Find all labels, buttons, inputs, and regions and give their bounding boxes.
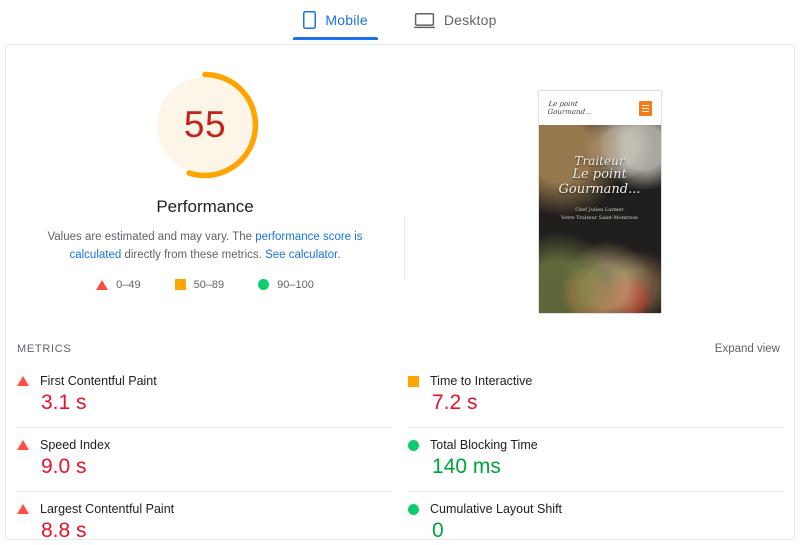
tab-mobile-label: Mobile xyxy=(325,12,368,28)
metric-value: 0 xyxy=(432,519,444,540)
tab-desktop-label: Desktop xyxy=(443,12,497,28)
hero-sub-line2: Votre Traiteur Saint-Montrose xyxy=(561,214,638,221)
metric-name: Total Blocking Time xyxy=(430,438,538,453)
thumbnail-logo-line1: Le point xyxy=(547,99,578,108)
green-circle-icon xyxy=(258,279,270,291)
hamburger-menu-icon xyxy=(638,100,652,116)
score-legend: 0–49 50–89 90–100 xyxy=(96,279,314,291)
metric-largest-contentful-paint[interactable]: Largest Contentful Paint 8.8 s xyxy=(17,492,392,540)
hero-title-line2: Le point xyxy=(572,167,627,183)
tab-desktop[interactable]: Desktop xyxy=(408,0,503,40)
red-triangle-icon xyxy=(17,376,29,386)
legend-range-poor: 0–49 xyxy=(116,278,141,291)
metric-value: 3.1 s xyxy=(41,391,87,414)
green-circle-icon xyxy=(408,503,419,515)
legend-range-average: 50–89 xyxy=(193,278,225,291)
thumbnail-hero-subtitle: Chef Julien Larmer Votre Traiteur Saint-… xyxy=(539,207,661,222)
metric-value: 9.0 s xyxy=(41,455,87,479)
red-triangle-icon xyxy=(17,504,29,515)
metric-time-to-interactive[interactable]: Time to Interactive 7.2 s xyxy=(408,364,783,429)
metric-name: Cumulative Layout Shift xyxy=(430,502,563,517)
red-triangle-icon xyxy=(17,440,29,451)
metric-total-blocking-time[interactable]: Total Blocking Time 140 ms xyxy=(408,428,783,493)
thumbnail-site-header: Le point Gourmand... xyxy=(538,91,661,125)
metric-name: Speed Index xyxy=(40,438,111,453)
metric-name: Time to Interactive xyxy=(430,374,533,388)
metrics-section-title: METRICS xyxy=(17,343,72,355)
mobile-phone-icon xyxy=(303,11,317,29)
see-calculator-link[interactable]: See calculator. xyxy=(265,249,340,261)
red-triangle-icon xyxy=(96,279,109,290)
metric-speed-index[interactable]: Speed Index 9.0 s xyxy=(17,428,392,493)
legend-item-good: 90–100 xyxy=(258,279,314,291)
legend-item-average: 50–89 xyxy=(174,278,225,291)
report-card: 55 Performance Values are estimated and … xyxy=(5,44,795,540)
disclaimer-text-2: directly from these metrics. xyxy=(121,248,266,261)
thumbnail-site-logo: Le point Gourmand... xyxy=(547,100,593,116)
score-disclaimer: Values are estimated and may vary. The p… xyxy=(35,229,375,265)
metric-name: Largest Contentful Paint xyxy=(40,502,175,517)
legend-item-poor: 0–49 xyxy=(96,278,141,291)
platform-tabbar: Mobile Desktop xyxy=(0,0,800,40)
screenshot-column: Le point Gourmand... Traiteur Le point G… xyxy=(405,45,794,334)
thumbnail-logo-line2: Gourmand... xyxy=(546,108,592,116)
expand-view-button[interactable]: Expand view xyxy=(715,343,780,355)
metrics-header: METRICS Expand view xyxy=(6,334,794,364)
metrics-column-left: First Contentful Paint 3.1 s Speed Index… xyxy=(17,364,392,540)
orange-square-icon xyxy=(174,279,186,291)
legend-range-good: 90–100 xyxy=(277,278,314,291)
orange-square-icon xyxy=(408,375,419,387)
summary-section: 55 Performance Values are estimated and … xyxy=(6,45,794,334)
desktop-monitor-icon xyxy=(413,12,435,29)
metric-value: 140 ms xyxy=(432,455,501,479)
performance-gauge: 55 xyxy=(147,67,263,183)
metric-cumulative-layout-shift[interactable]: Cumulative Layout Shift 0 xyxy=(408,492,783,540)
metrics-grid: First Contentful Paint 3.1 s Speed Index… xyxy=(6,364,794,540)
page-screenshot-thumbnail: Le point Gourmand... Traiteur Le point G… xyxy=(537,90,662,314)
metric-first-contentful-paint[interactable]: First Contentful Paint 3.1 s xyxy=(17,364,392,429)
metric-value: 7.2 s xyxy=(432,391,478,414)
tab-mobile[interactable]: Mobile xyxy=(293,0,379,40)
thumbnail-hero-title: Traiteur Le point Gourmand... xyxy=(539,154,661,198)
hero-title-line3: Gourmand... xyxy=(558,181,641,197)
thumbnail-hero-image: Traiteur Le point Gourmand... Chef Julie… xyxy=(538,125,661,313)
hero-sub-line1: Chef Julien Larmer xyxy=(575,207,624,213)
performance-score: 55 xyxy=(183,104,227,145)
score-column: 55 Performance Values are estimated and … xyxy=(6,45,404,334)
score-category-label: Performance xyxy=(156,197,254,216)
metric-value: 8.8 s xyxy=(41,519,87,540)
disclaimer-text-1: Values are estimated and may vary. The xyxy=(47,231,256,243)
green-circle-icon xyxy=(408,439,419,451)
metric-name: First Contentful Paint xyxy=(40,374,157,388)
metrics-column-right: Time to Interactive 7.2 s Total Blocking… xyxy=(408,364,783,540)
